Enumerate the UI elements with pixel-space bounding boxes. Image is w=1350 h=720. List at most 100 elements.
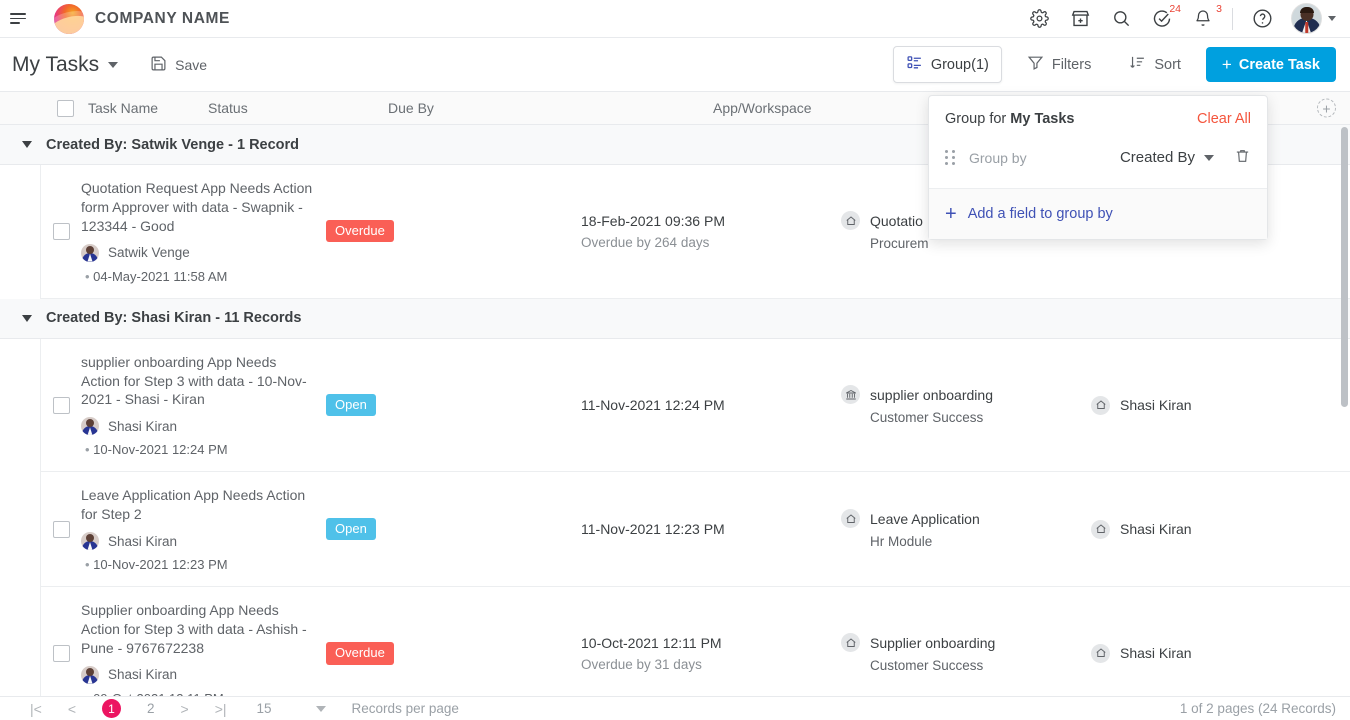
status-badge: Overdue (326, 220, 394, 243)
assignee-name: Satwik Venge (108, 245, 190, 261)
sort-icon (1129, 54, 1146, 75)
group-by-label: Group by (969, 149, 1027, 166)
home-icon (1091, 643, 1110, 663)
row-select-cell (41, 353, 81, 458)
view-switcher-chevron-down-icon[interactable] (108, 61, 119, 68)
home-icon (1091, 395, 1110, 415)
table-row[interactable]: Supplier onboarding App Needs Action for… (40, 587, 1350, 698)
app-name[interactable]: Quotatio (870, 213, 923, 229)
filter-icon (1027, 54, 1044, 75)
page-size-value: 15 (256, 701, 272, 716)
collapse-chevron-icon[interactable] (22, 141, 32, 148)
plus-icon: + (1221, 55, 1232, 74)
group-by-field-value: Created By (1119, 149, 1195, 166)
page-size-select[interactable]: 15 (257, 701, 326, 716)
group-header[interactable]: Created By: Shasi Kiran - 11 Records (0, 298, 1350, 339)
workspace-owner[interactable]: Shasi Kiran (1120, 521, 1192, 537)
add-group-field-button[interactable]: + Add a field to group by (929, 189, 1267, 239)
due-overdue-note: Overdue by 31 days (581, 656, 702, 672)
last-page-button[interactable]: >| (215, 702, 227, 716)
task-title[interactable]: Leave Application App Needs Action for S… (81, 486, 316, 524)
hamburger-menu-icon[interactable] (10, 8, 32, 30)
status-cell: Open (326, 486, 581, 572)
row-checkbox[interactable] (52, 222, 70, 240)
previous-page-button[interactable]: < (68, 702, 76, 716)
records-per-page-label: Records per page (351, 701, 459, 716)
notifications-bell-icon[interactable]: 3 (1191, 3, 1222, 31)
group-popover-title: Group for My Tasks (945, 111, 1075, 127)
task-title[interactable]: Supplier onboarding App Needs Action for… (81, 601, 316, 658)
marketplace-icon[interactable] (1068, 7, 1092, 31)
create-task-button[interactable]: + Create Task (1205, 47, 1336, 82)
app-workspace-name: Hr Module (870, 534, 933, 550)
app-cell: supplier onboarding Customer Success (841, 353, 1091, 458)
gear-icon[interactable] (1027, 7, 1051, 31)
group-by-row: Group by Created By (929, 141, 1267, 189)
add-group-field-label: Add a field to group by (967, 206, 1113, 222)
collapse-chevron-icon[interactable] (22, 314, 32, 322)
app-name[interactable]: Leave Application (870, 511, 980, 527)
user-menu[interactable] (1291, 3, 1336, 34)
next-page-button[interactable]: > (181, 702, 189, 716)
page-button-2[interactable]: 2 (147, 701, 155, 716)
create-task-button-label: Create Task (1238, 56, 1320, 73)
row-checkbox[interactable] (52, 644, 70, 662)
chevron-down-icon[interactable] (1328, 16, 1336, 21)
app-workspace-name: Customer Success (870, 410, 984, 425)
first-page-button[interactable]: |< (30, 702, 42, 716)
help-icon[interactable] (1250, 7, 1274, 31)
workspace-owner[interactable]: Shasi Kiran (1120, 645, 1192, 661)
task-title[interactable]: Quotation Request App Needs Action form … (81, 179, 316, 236)
column-header-due-by[interactable]: Due By (388, 100, 713, 116)
due-date: 11-Nov-2021 12:24 PM (581, 397, 725, 413)
task-created-date: 04-May-2021 11:58 AM (81, 269, 326, 284)
task-name-cell: Leave Application App Needs Action for S… (81, 486, 326, 572)
row-select-cell (41, 601, 81, 698)
top-navigation-bar: COMPANY NAME 24 3 (0, 0, 1350, 38)
clear-all-button[interactable]: Clear All (1197, 111, 1251, 127)
group-popover-title-target: My Tasks (1010, 111, 1075, 127)
task-title[interactable]: supplier onboarding App Needs Action for… (81, 353, 316, 410)
task-assignee: Shasi Kiran (81, 665, 326, 684)
assignee-name: Shasi Kiran (108, 418, 178, 434)
due-date: 11-Nov-2021 12:23 PM (581, 521, 725, 538)
page-button-1[interactable]: 1 (102, 699, 121, 718)
plus-icon: + (945, 203, 957, 225)
assignee-name: Shasi Kiran (108, 533, 178, 549)
chevron-down-icon (1204, 154, 1214, 161)
search-icon[interactable] (1109, 7, 1133, 31)
status-cell: Overdue (326, 601, 581, 698)
app-name[interactable]: supplier onboarding (870, 387, 993, 403)
add-column-icon[interactable]: + (1317, 98, 1336, 118)
filters-button[interactable]: Filters (1014, 46, 1104, 83)
workspace-owner[interactable]: Shasi Kiran (1120, 397, 1192, 413)
avatar[interactable] (1291, 3, 1322, 34)
app-workspace-name: Customer Success (870, 658, 984, 674)
column-header-task-name[interactable]: Task Name (88, 100, 208, 116)
table-row[interactable]: Leave Application App Needs Action for S… (40, 472, 1350, 588)
tasks-check-icon[interactable]: 24 (1150, 3, 1181, 31)
task-name-cell: Quotation Request App Needs Action form … (81, 179, 326, 284)
group-button-label: Group(1) (930, 56, 989, 73)
group-popover: Group for My Tasks Clear All Group by Cr… (928, 95, 1268, 240)
app-name[interactable]: Supplier onboarding (870, 635, 995, 651)
vertical-scrollbar[interactable] (1341, 127, 1348, 407)
column-header-app-workspace[interactable]: App/Workspace (713, 100, 938, 116)
home-icon (841, 509, 860, 529)
select-all-checkbox[interactable] (57, 99, 74, 117)
table-row[interactable]: supplier onboarding App Needs Action for… (40, 338, 1350, 473)
delete-group-button[interactable] (1234, 147, 1251, 168)
app-cell: Leave Application Hr Module (841, 486, 1091, 572)
brand[interactable]: COMPANY NAME (54, 3, 230, 34)
notifications-count-badge: 3 (1216, 2, 1222, 15)
group-button[interactable]: Group(1) (892, 46, 1002, 83)
row-checkbox[interactable] (52, 520, 70, 538)
status-cell: Overdue (326, 179, 581, 284)
group-by-field-select[interactable]: Created By (1120, 149, 1214, 166)
workspace-cell: Shasi Kiran (1091, 601, 1331, 698)
sort-button[interactable]: Sort (1116, 46, 1194, 83)
save-button[interactable]: Save (150, 55, 207, 75)
column-header-status[interactable]: Status (208, 100, 388, 116)
row-checkbox[interactable] (52, 396, 70, 414)
drag-handle-icon[interactable] (945, 150, 956, 165)
